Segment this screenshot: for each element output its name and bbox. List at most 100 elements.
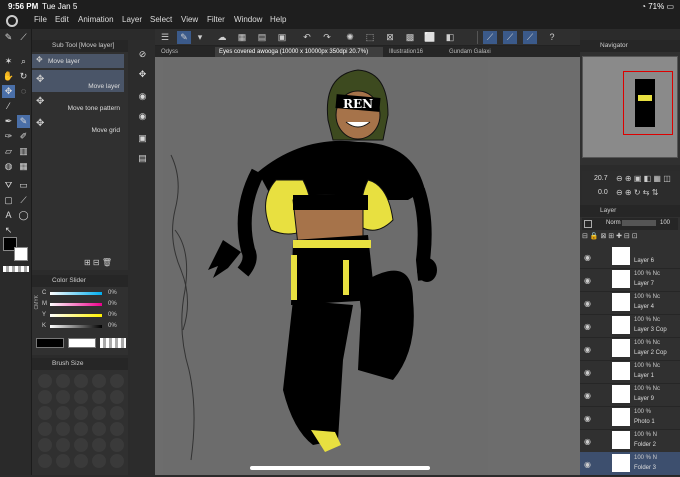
edit-icon[interactable]: ✎ (177, 31, 191, 44)
tab-gundam[interactable]: Gundam Galaxi (445, 47, 503, 57)
brush-size-preset[interactable] (56, 454, 70, 468)
image-icon[interactable]: ▤ (136, 152, 149, 165)
visibility-eye-icon[interactable]: ◉ (584, 276, 591, 285)
channel-m-slider[interactable] (50, 303, 102, 306)
deselect-icon[interactable]: ⬜ (423, 31, 437, 44)
layer-row[interactable]: ◉ 100 % Nc Layer 1 (580, 360, 680, 384)
pen-tool-icon[interactable]: ✒ (2, 115, 15, 128)
brush-size-preset[interactable] (92, 406, 106, 420)
opacity-slider[interactable] (622, 220, 656, 226)
brush-size-preset[interactable] (56, 422, 70, 436)
rotate-controls-icons[interactable]: ⊖ ⊕ ↻ ⇆ ⇅ (616, 188, 658, 197)
brush-size-preset[interactable] (56, 406, 70, 420)
menu-edit[interactable]: Edit (55, 15, 69, 24)
brush-size-preset[interactable] (110, 438, 124, 452)
subtool-move-grid[interactable]: ✥ Move grid (32, 114, 124, 136)
rotate-icon[interactable]: ↻ (17, 70, 30, 83)
brush-size-preset[interactable] (38, 454, 52, 468)
menu-file[interactable]: File (34, 15, 47, 24)
layer-row[interactable]: ◉ 100 % Nc Layer 3 Cop (580, 314, 680, 338)
hand-icon[interactable]: ✋ (2, 70, 15, 83)
visibility-eye-icon[interactable]: ◉ (584, 391, 591, 400)
brush-size-preset[interactable] (92, 422, 106, 436)
cloud-icon[interactable]: ☁ (215, 31, 229, 44)
channel-k-slider[interactable] (50, 325, 102, 328)
blend-mode-select[interactable]: Norm (606, 220, 621, 226)
layer-row[interactable]: ◉ 100 % Nc Layer 7 (580, 268, 680, 292)
help-icon[interactable]: ? (545, 31, 559, 44)
brush-size-preset[interactable] (92, 390, 106, 404)
special-ruler-icon[interactable]: ⟋ (503, 31, 517, 44)
text-icon[interactable]: A (2, 209, 15, 222)
brush-size-preset[interactable] (38, 422, 52, 436)
brush-size-preset[interactable] (56, 390, 70, 404)
layer-row[interactable]: ◉ 100 % Nc Layer 9 (580, 383, 680, 407)
subtool-footer-icons[interactable]: ⊞ ⊟ 🗑 (84, 258, 112, 267)
menu-view[interactable]: View (181, 15, 198, 24)
brush-size-preset[interactable] (92, 374, 106, 388)
brush-icon[interactable]: ⟋ (17, 31, 30, 44)
tab-illustration16[interactable]: Illustration16 (385, 47, 445, 57)
grid-snap-icon[interactable]: ⟋ (523, 31, 537, 44)
loading-icon[interactable]: ✺ (343, 31, 357, 44)
visibility-eye-icon[interactable]: ◉ (584, 368, 591, 377)
brush-size-preset[interactable] (92, 454, 106, 468)
redo-icon[interactable]: ↷ (320, 31, 334, 44)
menu-select[interactable]: Select (150, 15, 172, 24)
color-mode-label[interactable]: CMYK (34, 295, 40, 309)
brush-size-preset[interactable] (74, 374, 88, 388)
eraser-icon[interactable]: ▱ (2, 145, 15, 158)
layer-row[interactable]: ◉ 100 % Photo 1 (580, 406, 680, 430)
undo-icon[interactable]: ↶ (300, 31, 314, 44)
transform-icon[interactable]: ⬚ (363, 31, 377, 44)
pencil-icon[interactable]: ✎ (17, 115, 30, 128)
zoom-controls-icons[interactable]: ⊖ ⊕ ▣ ◧ ▦ ◫ (616, 174, 671, 183)
brush-size-preset[interactable] (74, 406, 88, 420)
menu-icon[interactable]: ☰ (158, 31, 172, 44)
subtool-move-layer[interactable]: ✥ Move layer (32, 70, 124, 92)
tab-eyes-covered[interactable]: Eyes covered awooga (10000 x 10000px 350… (215, 47, 383, 57)
transparent-chip[interactable] (100, 338, 126, 348)
pen-icon[interactable]: ✎ (2, 31, 15, 44)
magic-wand-icon[interactable]: ✶ (2, 55, 15, 68)
frame-border-icon[interactable]: ⟋ (17, 194, 30, 207)
figure-icon[interactable]: ▢ (2, 194, 15, 207)
main-color-chip[interactable] (36, 338, 64, 348)
move-icon[interactable]: ✥ (2, 85, 15, 98)
menu-window[interactable]: Window (234, 15, 262, 24)
layer-row[interactable]: ◉ 100 % N Folder 3 (580, 452, 680, 476)
app-logo-icon[interactable] (6, 15, 18, 27)
layer-row[interactable]: ◉ 100 % Nc Layer 2 Cop (580, 337, 680, 361)
brush-size-preset[interactable] (92, 438, 106, 452)
layer-toolbar-icons[interactable]: ⊟ 🔒 ⊠ ⊞ ✚ ⊟ ⊡ (582, 232, 678, 242)
dropdown-icon[interactable]: ▾ (193, 31, 207, 44)
brush-size-preset[interactable] (110, 422, 124, 436)
correct-line-icon[interactable]: ↖ (2, 224, 15, 237)
sub-color-swatch[interactable] (14, 247, 28, 261)
zoom-value[interactable]: 20.7 (594, 175, 608, 182)
airbrush-icon[interactable]: ▥ (17, 145, 30, 158)
brush-size-preset[interactable] (110, 374, 124, 388)
balloon-icon[interactable]: ◯ (17, 209, 30, 222)
lasso-icon[interactable]: ◌ (17, 85, 30, 98)
brush-size-preset[interactable] (38, 374, 52, 388)
subtool-group-move-layer[interactable]: ✥ Move layer (32, 54, 124, 68)
tab-odyss[interactable]: Odyss (157, 47, 215, 57)
crop-icon[interactable]: ⊠ (383, 31, 397, 44)
brush-size-preset[interactable] (74, 422, 88, 436)
circle-icon[interactable]: ◉ (136, 90, 149, 103)
visibility-eye-icon[interactable]: ◉ (584, 345, 591, 354)
visibility-eye-icon[interactable]: ◉ (584, 460, 591, 469)
fill-icon[interactable]: ▩ (403, 31, 417, 44)
invert-icon[interactable]: ◧ (443, 31, 457, 44)
brush-size-preset[interactable] (110, 454, 124, 468)
brush-size-preset[interactable] (56, 374, 70, 388)
layer-color-icon[interactable] (584, 220, 592, 228)
menu-help[interactable]: Help (270, 15, 286, 24)
layer-row[interactable]: ◉ 100 % N Folder 2 (580, 429, 680, 453)
brush-size-preset[interactable] (38, 390, 52, 404)
drawing-paper[interactable]: REN (163, 60, 488, 475)
clear-icon[interactable]: ▦ (235, 31, 249, 44)
brush-size-preset[interactable] (74, 454, 88, 468)
menu-animation[interactable]: Animation (78, 15, 114, 24)
